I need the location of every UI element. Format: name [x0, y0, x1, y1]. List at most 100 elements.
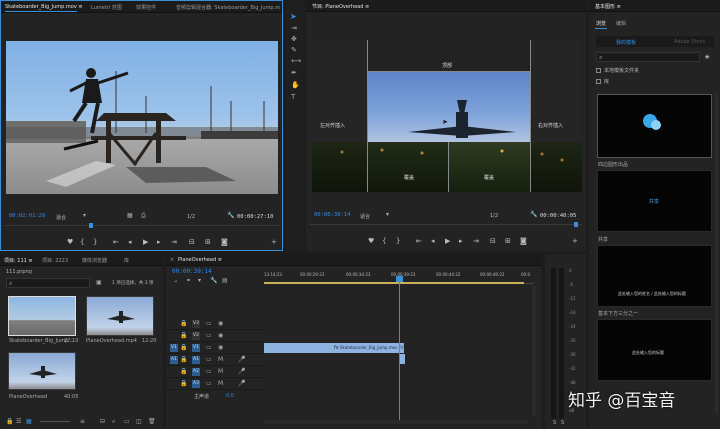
snap-icon[interactable]: ⟓ [174, 278, 177, 284]
track-v1-lock-icon[interactable]: 🔒 [180, 345, 187, 351]
source-insert-icon[interactable]: ⊟ [189, 239, 195, 246]
program-go-out-icon[interactable]: ⇥ [473, 238, 479, 245]
track-a3-label[interactable]: A3 [192, 380, 200, 388]
overlay-left[interactable] [312, 40, 368, 192]
project-tab-2223[interactable]: 项目: 2223 [42, 257, 68, 264]
template-card-4[interactable]: 此处输入您的标题 [597, 319, 712, 381]
project-new-item-icon[interactable]: ◫ [136, 418, 142, 425]
track-a2-label[interactable]: A2 [192, 368, 200, 376]
track-a2-lock-icon[interactable]: 🔒 [180, 369, 187, 375]
source-wrench-icon[interactable]: 🔧 [227, 213, 234, 219]
track-a2-mic-icon[interactable]: 🎤 [238, 369, 245, 375]
project-new-bin-icon[interactable]: ▭ [124, 418, 130, 425]
track-v2-label[interactable]: V2 [192, 332, 200, 340]
timeline-playhead-line[interactable] [399, 278, 400, 420]
track-a1-source[interactable]: A1 [170, 356, 178, 364]
slip-tool[interactable]: ⟷ [291, 57, 301, 65]
timeline-v-scrollbar[interactable] [532, 286, 536, 416]
project-sort-icon[interactable]: ≡ [80, 418, 85, 425]
project-zoom-slider[interactable] [40, 421, 70, 422]
program-marker-icon[interactable]: ♥ [368, 238, 374, 245]
graphics-search-input[interactable]: ⌕ [596, 52, 700, 62]
track-a1-mute-icon[interactable]: M [218, 357, 223, 363]
project-item-thumb-3[interactable] [8, 352, 76, 390]
project-find-icon[interactable]: ⌕ [112, 418, 115, 426]
razor-tool[interactable]: ✎ [291, 46, 297, 54]
track-v3-label[interactable]: V3 [192, 320, 200, 328]
project-folder-icon[interactable]: ▣ [96, 279, 102, 286]
source-tab-lumetri[interactable]: Lumetri 范围 [91, 4, 122, 11]
program-camera-icon[interactable]: ◙ [520, 238, 527, 245]
master-value[interactable]: 0.0 [226, 393, 234, 399]
track-v3-lock-icon[interactable]: 🔒 [180, 321, 187, 327]
timeline-close-icon[interactable]: × [170, 257, 174, 263]
timeline-playhead-handle[interactable] [396, 276, 403, 282]
program-extract-icon[interactable]: ⊞ [505, 238, 511, 245]
meter-solo-icon[interactable]: S [553, 420, 556, 426]
project-icon-view-icon[interactable]: ▦ [26, 418, 32, 425]
ripple-edit-tool[interactable]: ✥ [291, 35, 297, 43]
program-play-icon[interactable]: ▶ [445, 238, 450, 245]
source-add-button-icon[interactable]: + [271, 239, 277, 246]
program-fraction-select[interactable]: 1/2 [490, 213, 498, 219]
track-select-tool[interactable]: ⇥ [291, 24, 297, 32]
graphics-scrollbar[interactable] [715, 94, 718, 414]
source-tab-effects[interactable]: 效果控件 [136, 4, 156, 11]
track-a3-lock-icon[interactable]: 🔒 [180, 381, 187, 387]
track-a3-mute-icon[interactable]: M [218, 381, 223, 387]
captions-icon[interactable]: ▤ [222, 278, 228, 284]
pen-tool[interactable]: ✒ [291, 69, 297, 77]
timeline-tab[interactable]: PlaneOverhead ≡ [178, 257, 222, 263]
source-overwrite-icon[interactable]: ⊞ [205, 239, 211, 246]
source-fraction-select[interactable]: 1/2 [187, 214, 195, 220]
add-marker-icon[interactable]: ▾ [198, 278, 201, 284]
source-camera-icon[interactable]: ◙ [221, 239, 228, 246]
track-v2-lock-icon[interactable]: 🔒 [180, 333, 187, 339]
program-playhead[interactable] [574, 222, 578, 227]
track-v2-eye-icon[interactable]: ◉ [218, 333, 223, 339]
source-step-fwd-icon[interactable]: ▸ [157, 239, 161, 246]
source-step-back-icon[interactable]: ◂ [128, 239, 132, 246]
source-in-icon[interactable]: { [80, 239, 84, 246]
program-step-fwd-icon[interactable]: ▸ [459, 238, 463, 245]
overlay-bottom-left[interactable] [368, 142, 449, 192]
program-wrench-icon[interactable]: 🔧 [530, 212, 537, 218]
work-area-bar[interactable] [264, 282, 524, 284]
template-card-2[interactable]: 共享 [597, 170, 712, 232]
program-lift-icon[interactable]: ⊟ [490, 238, 496, 245]
project-list-view-icon[interactable]: ☰ [16, 418, 21, 425]
track-v1-eye-icon[interactable]: ◉ [218, 345, 223, 351]
source-scrub-bar[interactable] [5, 225, 279, 231]
project-automate-icon[interactable]: ⊟ [100, 418, 105, 425]
source-go-in-icon[interactable]: ⇤ [113, 239, 119, 246]
track-v3-sync-icon[interactable]: ▭ [206, 321, 212, 327]
graphics-checkbox-local[interactable] [596, 68, 601, 73]
track-v1-label[interactable]: V1 [192, 344, 200, 352]
timeline-clip-v1[interactable]: fx Skateboarder_Big_Jump.mov [V] [264, 343, 405, 353]
track-v3-eye-icon[interactable]: ◉ [218, 321, 223, 327]
linked-select-icon[interactable]: ⚭ [186, 278, 191, 284]
track-a3-sync-icon[interactable]: ▭ [206, 381, 212, 387]
graphics-tab-browse[interactable]: 浏览 [596, 20, 606, 27]
program-step-back-icon[interactable]: ◂ [431, 238, 435, 245]
template-card-3[interactable]: 此处输入您的姓名 / 此处输入您的标题 [597, 245, 712, 307]
project-lock-icon[interactable]: 🔒 [6, 418, 13, 425]
program-scrub-bar[interactable] [310, 224, 582, 230]
graphics-star-icon[interactable]: ★ [704, 53, 710, 61]
source-play-icon[interactable]: ▶ [143, 239, 148, 246]
source-timecode[interactable]: 00:02:01:20 [9, 213, 45, 219]
track-v2-sync-icon[interactable]: ▭ [206, 333, 212, 339]
graphics-tab-edit[interactable]: 编辑 [616, 20, 626, 27]
source-tab-audio-mixer[interactable]: 音频剪辑混合器: Skateboarder_Big_Jump.m [176, 4, 280, 11]
project-tab-111[interactable]: 项目: 111 ≡ [4, 257, 33, 264]
source-export-icon[interactable]: ⎙ [141, 213, 146, 219]
graphics-subtab-stock[interactable]: Adobe Stock [674, 39, 705, 45]
source-out-icon[interactable]: } [93, 239, 97, 246]
timeline-settings-icon[interactable]: 🔧 [210, 278, 217, 284]
program-timecode[interactable]: 00:00:39:14 [314, 212, 350, 218]
track-a1-mic-icon[interactable]: 🎤 [238, 357, 245, 363]
track-a1-lock-icon[interactable]: 🔒 [180, 357, 187, 363]
source-marker-icon[interactable]: ♥ [67, 239, 73, 246]
timeline-h-scrollbar[interactable] [264, 420, 528, 424]
program-go-in-icon[interactable]: ⇤ [416, 238, 422, 245]
